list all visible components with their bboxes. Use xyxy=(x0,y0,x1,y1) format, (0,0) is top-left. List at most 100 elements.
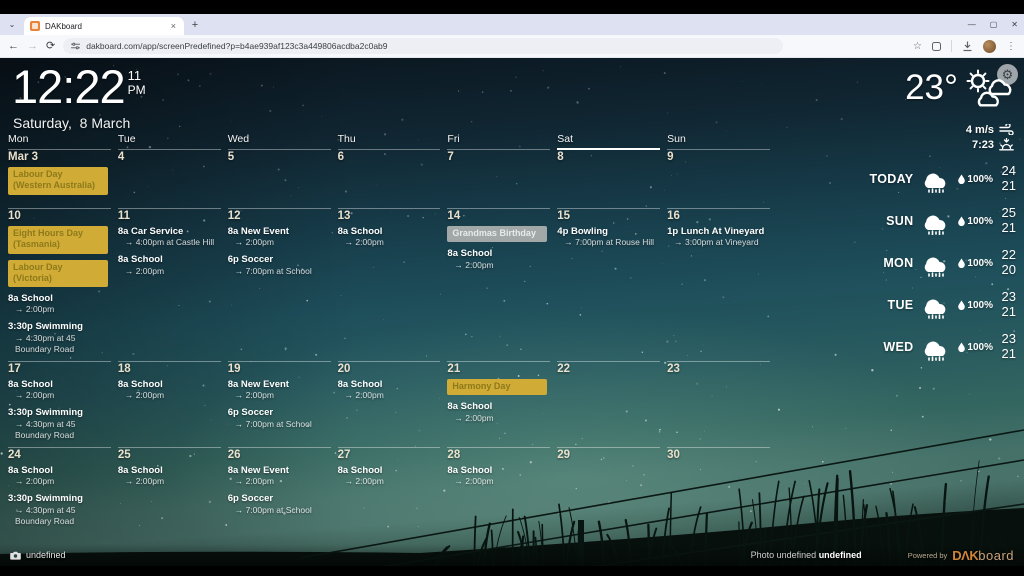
day-header-sat: Sat xyxy=(557,133,660,150)
window-maximize-button[interactable]: ▢ xyxy=(990,20,998,29)
calendar-event: 8a School → 2:00pm xyxy=(118,254,221,276)
site-info-icon[interactable] xyxy=(71,42,80,50)
event-detail: → 2:00pm xyxy=(228,237,331,248)
calendar-event: 8a New Event → 2:00pm xyxy=(228,465,331,487)
back-button[interactable]: ← xyxy=(8,41,19,52)
event-title: 8a School xyxy=(8,293,111,304)
calendar-event: 8a School → 2:00pm xyxy=(447,465,550,487)
event-title: 4p Bowling xyxy=(557,226,660,237)
calendar-event: 8a School → 2:00pm xyxy=(338,465,441,487)
wind-speed: 4 m/s xyxy=(966,124,994,136)
forecast-row: TUE 100% 23 21 xyxy=(870,284,1016,326)
event-title: 8a School xyxy=(338,226,441,237)
tab-close-icon[interactable]: × xyxy=(169,21,178,31)
event-title: 8a School xyxy=(8,465,111,476)
day-header-wed: Wed xyxy=(228,133,331,150)
dakboard-favicon xyxy=(30,21,40,31)
forecast-list: TODAY 100% 24 21 SUN xyxy=(870,158,1016,368)
event-detail: → 2:00pm xyxy=(228,476,331,487)
forecast-row: TODAY 100% 24 21 xyxy=(870,158,1016,200)
browser-menu-icon[interactable]: ⋮ xyxy=(1006,41,1016,52)
extensions-icon[interactable] xyxy=(932,42,941,51)
event-title: 8a School xyxy=(118,379,221,390)
browser-tab-strip: ⌄ DAKboard × + — ▢ ✕ xyxy=(0,14,1024,35)
event-detail: → 2:00pm xyxy=(118,476,221,487)
calendar-week-row: 17 8a School → 2:00pm 3:30p Swimming → 4… xyxy=(8,361,770,447)
url-bar[interactable]: dakboard.com/app/screenPredefined?p=b4ae… xyxy=(63,38,783,54)
calendar-cell: 22 xyxy=(557,361,660,447)
downloads-icon[interactable] xyxy=(962,41,973,52)
event-title: 3:30p Swimming xyxy=(8,321,111,332)
letterbox-top xyxy=(0,0,1024,14)
date-number: 6 xyxy=(338,151,441,163)
date-number: 20 xyxy=(338,363,441,375)
calendar-cell: 16 1p Lunch At Vineyard → 3:00pm at Vine… xyxy=(667,208,770,361)
calendar-event: 8a School → 2:00pm xyxy=(447,401,550,423)
rain-cloud-icon xyxy=(919,334,952,361)
forecast-row: WED 100% 23 21 xyxy=(870,326,1016,368)
droplet-icon xyxy=(958,342,965,352)
new-tab-button[interactable]: + xyxy=(184,14,206,35)
calendar-event: 8a School → 2:00pm xyxy=(8,293,111,315)
partly-cloudy-icon xyxy=(962,66,1014,108)
date-number: 9 xyxy=(667,151,770,163)
current-weather: 23° xyxy=(905,66,1014,108)
calendar-day-headers: MonTueWedThuFriSatSun xyxy=(8,133,770,150)
tab-search-icon[interactable]: ⌄ xyxy=(0,14,24,35)
clock: 12:22 11 PM xyxy=(12,62,146,111)
dashboard-footer: undefined Photo undefined undefined Powe… xyxy=(0,544,1024,566)
window-close-button[interactable]: ✕ xyxy=(1011,20,1018,29)
calendar-cell: 24 8a School → 2:00pm 3:30p Swimming → 4… xyxy=(8,447,111,533)
event-title: 6p Soccer xyxy=(228,493,331,504)
forward-button[interactable]: → xyxy=(27,41,38,52)
calendar-cell: 4 xyxy=(118,150,221,208)
calendar-cell: 17 8a School → 2:00pm 3:30p Swimming → 4… xyxy=(8,361,111,447)
calendar-week-row: 10 Eight Hours Day (Tasmania) Labour Day… xyxy=(8,208,770,361)
calendar-cell: 5 xyxy=(228,150,331,208)
date-number: 4 xyxy=(118,151,221,163)
bookmark-star-icon[interactable]: ☆ xyxy=(913,41,922,52)
window-minimize-button[interactable]: — xyxy=(968,20,976,29)
forecast-day-label: SUN xyxy=(886,214,913,228)
calendar-event: 8a School → 2:00pm xyxy=(118,379,221,401)
event-detail: → 2:00pm xyxy=(8,304,111,315)
day-header-tue: Tue xyxy=(118,133,221,150)
date-number: 10 xyxy=(8,210,111,222)
event-detail: → 7:00pm at Rouse Hill xyxy=(557,237,660,248)
temp-low: 21 xyxy=(999,305,1016,320)
calendar-week-row: 24 8a School → 2:00pm 3:30p Swimming → 4… xyxy=(8,447,770,533)
event-detail: → 3:00pm at Vineyard xyxy=(667,237,770,248)
date-number: 12 xyxy=(228,210,331,222)
camera-icon xyxy=(10,551,21,560)
calendar-event: 3:30p Swimming → 4:30pm at 45 Boundary R… xyxy=(8,407,111,440)
calendar-cell: 27 8a School → 2:00pm xyxy=(338,447,441,533)
calendar-cell: 11 8a Car Service → 4:00pm at Castle Hil… xyxy=(118,208,221,361)
date-number: 5 xyxy=(228,151,331,163)
event-detail: → 2:00pm xyxy=(447,413,550,424)
profile-avatar[interactable] xyxy=(983,40,996,53)
date-number: 16 xyxy=(667,210,770,222)
calendar-weeks: Mar 3 Labour Day (Western Australia) 4 5… xyxy=(8,150,770,533)
weather-details: 4 m/s 7:23 xyxy=(966,122,1014,152)
holiday-badge: Grandmas Birthday xyxy=(447,226,547,242)
calendar-cell: Mar 3 Labour Day (Western Australia) xyxy=(8,150,111,208)
event-title: 3:30p Swimming xyxy=(8,493,111,504)
browser-toolbar: ← → ⟳ dakboard.com/app/screenPredefined?… xyxy=(0,35,1024,58)
powered-by: Powered by DΛKboard xyxy=(908,548,1014,563)
holiday-badge: Harmony Day xyxy=(447,379,547,395)
tab-dakboard[interactable]: DAKboard × xyxy=(24,17,184,35)
reload-button[interactable]: ⟳ xyxy=(46,41,55,52)
event-detail: → 4:00pm at Castle Hill xyxy=(118,237,221,248)
precipitation: 100% xyxy=(958,342,993,353)
event-detail: → 4:30pm at 45 Boundary Road xyxy=(8,505,111,527)
event-detail: → 2:00pm xyxy=(118,266,221,277)
calendar-event: 6p Soccer → 7:00pm at School xyxy=(228,254,331,276)
temp-high: 22 xyxy=(999,248,1016,263)
date-number: 19 xyxy=(228,363,331,375)
holiday-badge: Labour Day (Western Australia) xyxy=(8,167,108,195)
calendar-cell: 9 xyxy=(667,150,770,208)
precipitation: 100% xyxy=(958,258,993,269)
event-title: 8a School xyxy=(447,401,550,412)
calendar-cell: 23 xyxy=(667,361,770,447)
date-number: Mar 3 xyxy=(8,151,111,163)
